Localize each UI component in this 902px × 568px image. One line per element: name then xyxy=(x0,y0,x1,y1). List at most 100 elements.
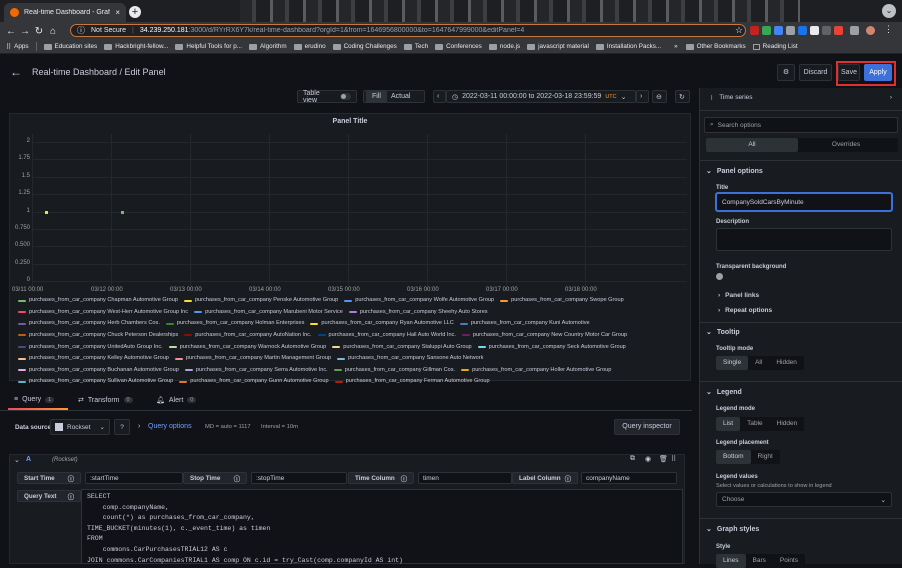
bookmark-other[interactable]: Other Bookmarks xyxy=(685,43,746,50)
legend-item[interactable]: purchases_from_car_company Penske Automo… xyxy=(183,295,338,306)
data-source-picker[interactable]: Rockset ⌄ xyxy=(50,419,110,435)
options-scope-switch[interactable]: All Overrides xyxy=(706,138,898,152)
time-range-shift-back[interactable]: ‹ xyxy=(433,90,446,103)
bookmark-folder[interactable]: javascript material xyxy=(527,43,589,50)
duplicate-icon[interactable]: ⧉ xyxy=(630,455,635,463)
actual-option[interactable]: Actual xyxy=(391,93,410,100)
legend-item[interactable]: purchases_from_car_company Chuck Peterso… xyxy=(18,330,178,341)
legend-item[interactable]: purchases_from_car_company Seck Automoti… xyxy=(477,342,626,353)
avatar[interactable] xyxy=(866,26,875,35)
bookmark-folder[interactable]: Tech xyxy=(403,43,428,50)
repeat-options-expander[interactable]: › Repeat options xyxy=(718,307,772,314)
time-range-shift-forward[interactable]: › xyxy=(636,90,649,103)
legend-item[interactable]: purchases_from_car_company Buchanan Auto… xyxy=(18,365,179,376)
new-tab-button[interactable]: + xyxy=(129,6,141,18)
zoom-out-button[interactable]: ⊖ xyxy=(652,90,667,103)
browser-tab[interactable]: Real-time Dashboard - Grafan × xyxy=(4,3,126,22)
reload-icon[interactable]: ↻ xyxy=(32,26,46,37)
close-tab-icon[interactable]: × xyxy=(115,8,120,17)
query-ref-id[interactable]: A xyxy=(26,456,31,463)
settings-button[interactable]: ⚙ xyxy=(777,64,795,81)
legend-item[interactable]: purchases_from_car_company Warnock Autom… xyxy=(168,342,326,353)
legend-item[interactable]: purchases_from_car_company Kuni Automoti… xyxy=(459,318,590,329)
legend-list[interactable]: List xyxy=(716,417,741,431)
tab-alert[interactable]: 🔔︎ Alert 0 xyxy=(156,396,197,404)
collapse-chevron-icon[interactable]: ⌄ xyxy=(14,456,20,464)
legend-item[interactable]: purchases_from_car_company Gunn Automoti… xyxy=(179,376,329,387)
legend-item[interactable]: purchases_from_car_company New Country M… xyxy=(461,330,627,341)
legend-item[interactable]: purchases_from_car_company Sheehy Auto S… xyxy=(348,307,488,318)
legend-mode-switch[interactable]: List Table Hidden xyxy=(716,417,805,431)
extensions-puzzle-icon[interactable] xyxy=(850,26,859,35)
style-points[interactable]: Points xyxy=(773,554,805,568)
legend-item[interactable]: purchases_from_car_company Ryan Automoti… xyxy=(310,318,454,329)
back-arrow-icon[interactable]: ← xyxy=(10,65,22,79)
placement-right[interactable]: Right xyxy=(751,450,780,464)
legend-item[interactable]: purchases_from_car_company Sansone Auto … xyxy=(337,353,483,364)
bookmark-folder[interactable]: erudino xyxy=(293,43,326,50)
extension-icon[interactable] xyxy=(786,26,795,35)
legend-item[interactable]: purchases_from_car_company Herb Chambers… xyxy=(18,318,160,329)
bookmark-folder[interactable]: Helpful Tools for p... xyxy=(175,43,242,50)
back-icon[interactable]: ← xyxy=(4,26,18,37)
legend-item[interactable]: purchases_from_car_company Chapman Autom… xyxy=(18,295,178,306)
tab-search-icon[interactable]: ⌄ xyxy=(882,4,896,18)
tooltip-single[interactable]: Single xyxy=(716,356,749,370)
tab-transform[interactable]: ⇄ Transform 0 xyxy=(78,396,133,404)
visualization-picker[interactable]: ⌇ Time series › xyxy=(705,91,897,104)
style-lines[interactable]: Lines xyxy=(716,554,746,568)
panel-title-input[interactable]: CompanySoldCarsByMinute xyxy=(716,193,892,211)
tooltip-all[interactable]: All xyxy=(748,356,769,370)
description-textarea[interactable] xyxy=(716,228,892,251)
toggle-switch[interactable] xyxy=(339,93,351,100)
bookmark-apps[interactable]: ⠿ Apps xyxy=(6,43,29,51)
style-bars[interactable]: Bars xyxy=(746,554,773,568)
tab-all[interactable]: All xyxy=(706,138,798,152)
legend-item[interactable]: purchases_from_car_company Wolfe Automot… xyxy=(344,295,494,306)
home-icon[interactable]: ⌂ xyxy=(46,26,60,37)
drag-handle-icon[interactable]: ⠿ xyxy=(671,455,676,463)
warning-icon[interactable]: ⓘ xyxy=(77,25,85,36)
legend-values-select[interactable]: Choose ⌄ xyxy=(716,492,892,507)
legend-placement-switch[interactable]: Bottom Right xyxy=(716,450,780,464)
tab-query[interactable]: ≡ Query 1 xyxy=(14,396,55,403)
legend-item[interactable]: purchases_from_car_company Hall Auto Wor… xyxy=(317,330,456,341)
section-legend[interactable]: ⌄ Legend xyxy=(706,388,742,397)
extension-icon[interactable] xyxy=(822,26,831,35)
legend-item[interactable]: purchases_from_car_company Sullivan Auto… xyxy=(18,376,173,387)
query-options-link[interactable]: Query options xyxy=(148,423,192,430)
extension-icon[interactable] xyxy=(750,26,759,35)
panel-title[interactable]: Panel Title xyxy=(10,118,690,125)
bookmark-folder[interactable]: Conferences xyxy=(435,43,482,50)
legend-item[interactable]: purchases_from_car_company Martin Manage… xyxy=(174,353,331,364)
data-point[interactable] xyxy=(121,210,125,214)
more-bookmarks-icon[interactable]: » xyxy=(674,43,678,50)
legend-hidden[interactable]: Hidden xyxy=(770,417,805,431)
bookmark-folder[interactable]: Installation Packs... xyxy=(595,43,661,50)
trash-icon[interactable]: 🗑︎ xyxy=(659,455,668,463)
legend-item[interactable]: purchases_from_car_company Gillman Cos. xyxy=(333,365,455,376)
extension-icon[interactable] xyxy=(774,26,783,35)
time-range-picker[interactable]: ◷ 2022-03-11 00:00:00 to 2022-03-18 23:5… xyxy=(446,90,636,103)
bookmark-reading-list[interactable]: Reading List xyxy=(752,43,798,50)
graph-style-switch[interactable]: Lines Bars Points xyxy=(716,554,805,568)
extension-icon[interactable] xyxy=(762,26,771,35)
legend-item[interactable]: purchases_from_car_company Marubeni Moto… xyxy=(194,307,343,318)
bookmark-folder[interactable]: Algorithm xyxy=(248,43,287,50)
data-point[interactable] xyxy=(45,210,49,214)
section-graph-styles[interactable]: ⌄ Graph styles xyxy=(706,525,759,534)
table-view-toggle[interactable]: Table view xyxy=(297,90,357,104)
data-source-help-button[interactable]: ? xyxy=(114,419,130,435)
search-options-input[interactable]: ⌕ Search options xyxy=(704,117,898,133)
legend-item[interactable]: purchases_from_car_company West-Herr Aut… xyxy=(18,307,188,318)
browser-menu-icon[interactable]: ⋮ xyxy=(884,24,893,35)
label-column-input[interactable]: companyName xyxy=(581,472,677,484)
section-panel-options[interactable]: ⌄ Panel options xyxy=(706,167,763,176)
query-inspector-button[interactable]: Query inspector xyxy=(614,419,680,435)
discard-button[interactable]: Discard xyxy=(799,64,832,81)
legend-item[interactable]: purchases_from_car_company Holler Automo… xyxy=(461,365,611,376)
tooltip-hidden[interactable]: Hidden xyxy=(769,356,804,370)
forward-icon[interactable]: → xyxy=(18,26,32,37)
bookmark-star-icon[interactable]: ☆ xyxy=(735,25,743,36)
refresh-button[interactable]: ↻ xyxy=(675,90,690,103)
